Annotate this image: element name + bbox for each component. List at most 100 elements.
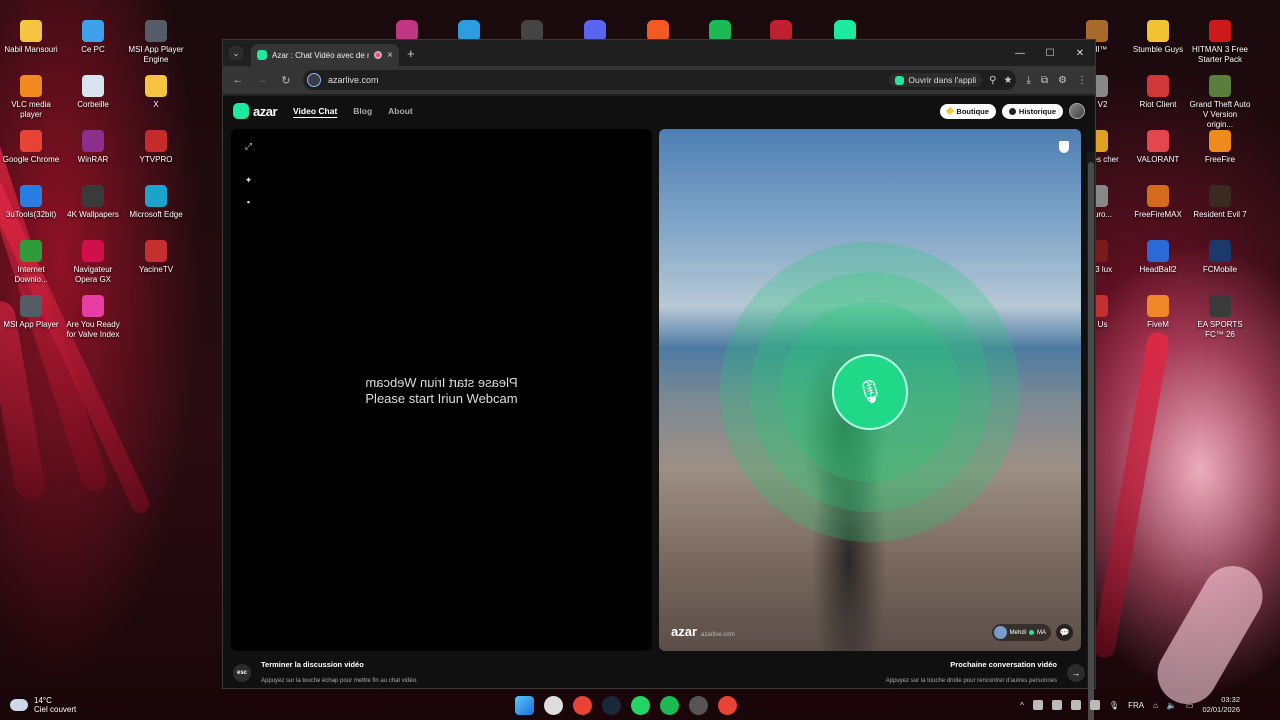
tray-app-icon[interactable] bbox=[1089, 700, 1100, 710]
desktop-shortcut[interactable]: MSI App Player bbox=[0, 295, 62, 330]
app-icon bbox=[1209, 75, 1231, 97]
desktop-shortcut[interactable]: 3uTools(32bit) bbox=[0, 185, 62, 220]
battery-icon[interactable]: ▭ bbox=[1186, 701, 1194, 710]
desktop-shortcut[interactable]: VALORANT bbox=[1127, 130, 1189, 165]
desktop-shortcut[interactable]: Google Chrome bbox=[0, 130, 62, 165]
microphone-button[interactable]: 🎙 bbox=[832, 354, 908, 430]
taskbar-app-icon[interactable] bbox=[660, 695, 679, 715]
desktop-shortcut[interactable]: YacineTV bbox=[125, 240, 187, 275]
app-icon bbox=[1147, 240, 1169, 262]
desktop-shortcut[interactable]: HeadBall2 bbox=[1127, 240, 1189, 275]
scrollbar-thumb[interactable] bbox=[1088, 162, 1094, 720]
desktop-shortcut[interactable]: Navigateur Opera GX bbox=[62, 240, 124, 285]
desktop-shortcut[interactable]: Microsoft Edge bbox=[125, 185, 187, 220]
zoom-icon[interactable]: ⚲ bbox=[989, 75, 996, 86]
partner-badge[interactable]: Mehdi MA bbox=[991, 624, 1051, 641]
esc-button[interactable]: esc bbox=[233, 664, 251, 682]
maximize-button[interactable]: ☐ bbox=[1035, 48, 1065, 59]
desktop-shortcut-label: YTVPRO bbox=[139, 155, 173, 164]
desktop-shortcut[interactable]: Are You Ready for Valve Index bbox=[62, 295, 124, 340]
taskbar-app-icon[interactable] bbox=[718, 695, 737, 715]
app-icon bbox=[1209, 295, 1231, 317]
nav-video-chat[interactable]: Video Chat bbox=[293, 106, 337, 116]
back-button[interactable]: ← bbox=[231, 74, 245, 86]
next-button[interactable]: → bbox=[1067, 664, 1085, 682]
boutique-button[interactable]: Boutique bbox=[940, 103, 996, 119]
filter-icon[interactable]: ▪ bbox=[243, 197, 254, 208]
new-tab-button[interactable]: + bbox=[407, 46, 415, 61]
volume-icon[interactable]: 🔈 bbox=[1167, 701, 1177, 710]
language-indicator[interactable]: FRA bbox=[1128, 701, 1144, 710]
desktop-shortcut[interactable]: HITMAN 3 Free Starter Pack bbox=[1189, 20, 1251, 65]
nav-blog[interactable]: Blog bbox=[353, 106, 372, 116]
desktop-shortcut[interactable]: Corbeille bbox=[62, 75, 124, 110]
desktop-shortcut[interactable]: Stumble Guys bbox=[1127, 20, 1189, 55]
azar-logo[interactable]: azar bbox=[233, 103, 278, 119]
desktop-shortcut[interactable]: WinRAR bbox=[62, 130, 124, 165]
flip-camera-icon[interactable]: ⤢ bbox=[243, 141, 254, 152]
desktop-shortcut[interactable]: Resident Evil 7 bbox=[1189, 185, 1251, 220]
close-window-button[interactable]: ✕ bbox=[1065, 48, 1095, 59]
boutique-label: Boutique bbox=[956, 106, 989, 116]
online-dot-icon bbox=[1029, 630, 1034, 635]
bookmark-star-icon[interactable]: ★ bbox=[1004, 75, 1013, 86]
menu-icon[interactable]: ⋮ bbox=[1077, 75, 1087, 86]
open-in-app-button[interactable]: Ouvrir dans l'appli bbox=[889, 73, 983, 87]
chat-button[interactable]: 💬 bbox=[1056, 624, 1073, 641]
desktop-shortcut[interactable]: VLC media player bbox=[0, 75, 62, 120]
desktop-shortcut[interactable]: FreeFire bbox=[1189, 130, 1251, 165]
nav-about[interactable]: About bbox=[388, 106, 413, 116]
desktop-shortcut[interactable]: FreeFireMAX bbox=[1127, 185, 1189, 220]
desktop-shortcut[interactable]: 4K Wallpapers bbox=[62, 185, 124, 220]
start-button[interactable] bbox=[515, 695, 534, 715]
desktop-shortcut[interactable]: Nabil Mansouri bbox=[0, 20, 62, 55]
desktop-shortcut[interactable]: Ce PC bbox=[62, 20, 124, 55]
desktop-shortcut[interactable]: X bbox=[125, 75, 187, 110]
taskbar-app-icon[interactable] bbox=[544, 695, 563, 715]
profile-avatar[interactable] bbox=[1069, 103, 1085, 119]
site-info-icon[interactable] bbox=[307, 73, 321, 87]
desktop-shortcut-label: Nabil Mansouri bbox=[4, 45, 58, 54]
app-icon bbox=[82, 240, 104, 262]
partner-avatar bbox=[993, 626, 1007, 639]
network-icon[interactable]: ⌂ bbox=[1153, 701, 1158, 710]
end-chat-subtitle: Appuyez sur la touche échap pour mettre … bbox=[261, 677, 418, 684]
taskbar-app-icon[interactable] bbox=[689, 695, 708, 715]
download-icon[interactable]: ⤓ bbox=[1026, 75, 1030, 86]
desktop-shortcut[interactable]: Internet Downlo... bbox=[0, 240, 62, 285]
page-scrollbar[interactable] bbox=[1087, 152, 1095, 720]
webcam-message-mirrored: Please start Iriun Webcam bbox=[365, 375, 518, 390]
taskbar: 14°C Ciel couvert ^ 🎙 FRA ⌂ 🔈 ▭ 03:32 02… bbox=[0, 690, 1280, 720]
effects-sparkle-icon[interactable]: ✦ bbox=[243, 175, 254, 186]
desktop-shortcut[interactable]: Grand Theft Auto V Version origin... bbox=[1189, 75, 1251, 130]
reload-button[interactable]: ↻ bbox=[279, 74, 293, 87]
desktop-shortcut[interactable]: MSI App Player Engine bbox=[125, 20, 187, 65]
tab-search-icon[interactable]: ⌄ bbox=[229, 46, 243, 60]
taskbar-app-icon[interactable] bbox=[602, 695, 621, 715]
address-bar[interactable]: azarlive.com Ouvrir dans l'appli ⚲ ★ bbox=[303, 70, 1017, 90]
show-hidden-icons[interactable]: ^ bbox=[1020, 701, 1024, 710]
report-shield-icon[interactable] bbox=[1059, 141, 1069, 153]
historique-button[interactable]: Historique bbox=[1001, 103, 1063, 119]
tab-azar[interactable]: Azar : Chat Vidéo avec de r × bbox=[251, 44, 399, 66]
desktop-shortcut[interactable]: FiveM bbox=[1127, 295, 1189, 330]
forward-button[interactable]: → bbox=[255, 74, 269, 86]
taskbar-app-icon[interactable] bbox=[631, 695, 650, 715]
minimize-button[interactable]: — bbox=[1005, 48, 1035, 59]
tray-app-icon[interactable] bbox=[1070, 700, 1081, 710]
system-tray: ^ 🎙 FRA ⌂ 🔈 ▭ 03:32 02/01/2026 bbox=[1020, 695, 1240, 715]
extensions-icon[interactable]: ⚙ bbox=[1058, 75, 1067, 86]
desktop-shortcut[interactable]: EA SPORTS FC™ 26 bbox=[1189, 295, 1251, 340]
taskbar-app-icon[interactable] bbox=[573, 695, 592, 715]
mic-tray-icon[interactable]: 🎙 bbox=[1109, 701, 1119, 710]
desktop-shortcut[interactable]: Riot Client bbox=[1127, 75, 1189, 110]
clock[interactable]: 03:32 02/01/2026 bbox=[1202, 695, 1240, 715]
tab-close-icon[interactable]: × bbox=[387, 50, 393, 61]
cast-icon[interactable]: ⧉ bbox=[1041, 75, 1048, 86]
desktop-shortcut[interactable]: FCMobile bbox=[1189, 240, 1251, 275]
partner-video-pane: 🎙 azar azarlive.com Mehdi MA 💬 bbox=[659, 129, 1081, 651]
tray-app-icon[interactable] bbox=[1051, 700, 1062, 710]
tray-app-icon[interactable] bbox=[1032, 700, 1043, 710]
desktop-shortcut[interactable]: YTVPRO bbox=[125, 130, 187, 165]
weather-widget[interactable]: 14°C Ciel couvert bbox=[10, 696, 76, 714]
